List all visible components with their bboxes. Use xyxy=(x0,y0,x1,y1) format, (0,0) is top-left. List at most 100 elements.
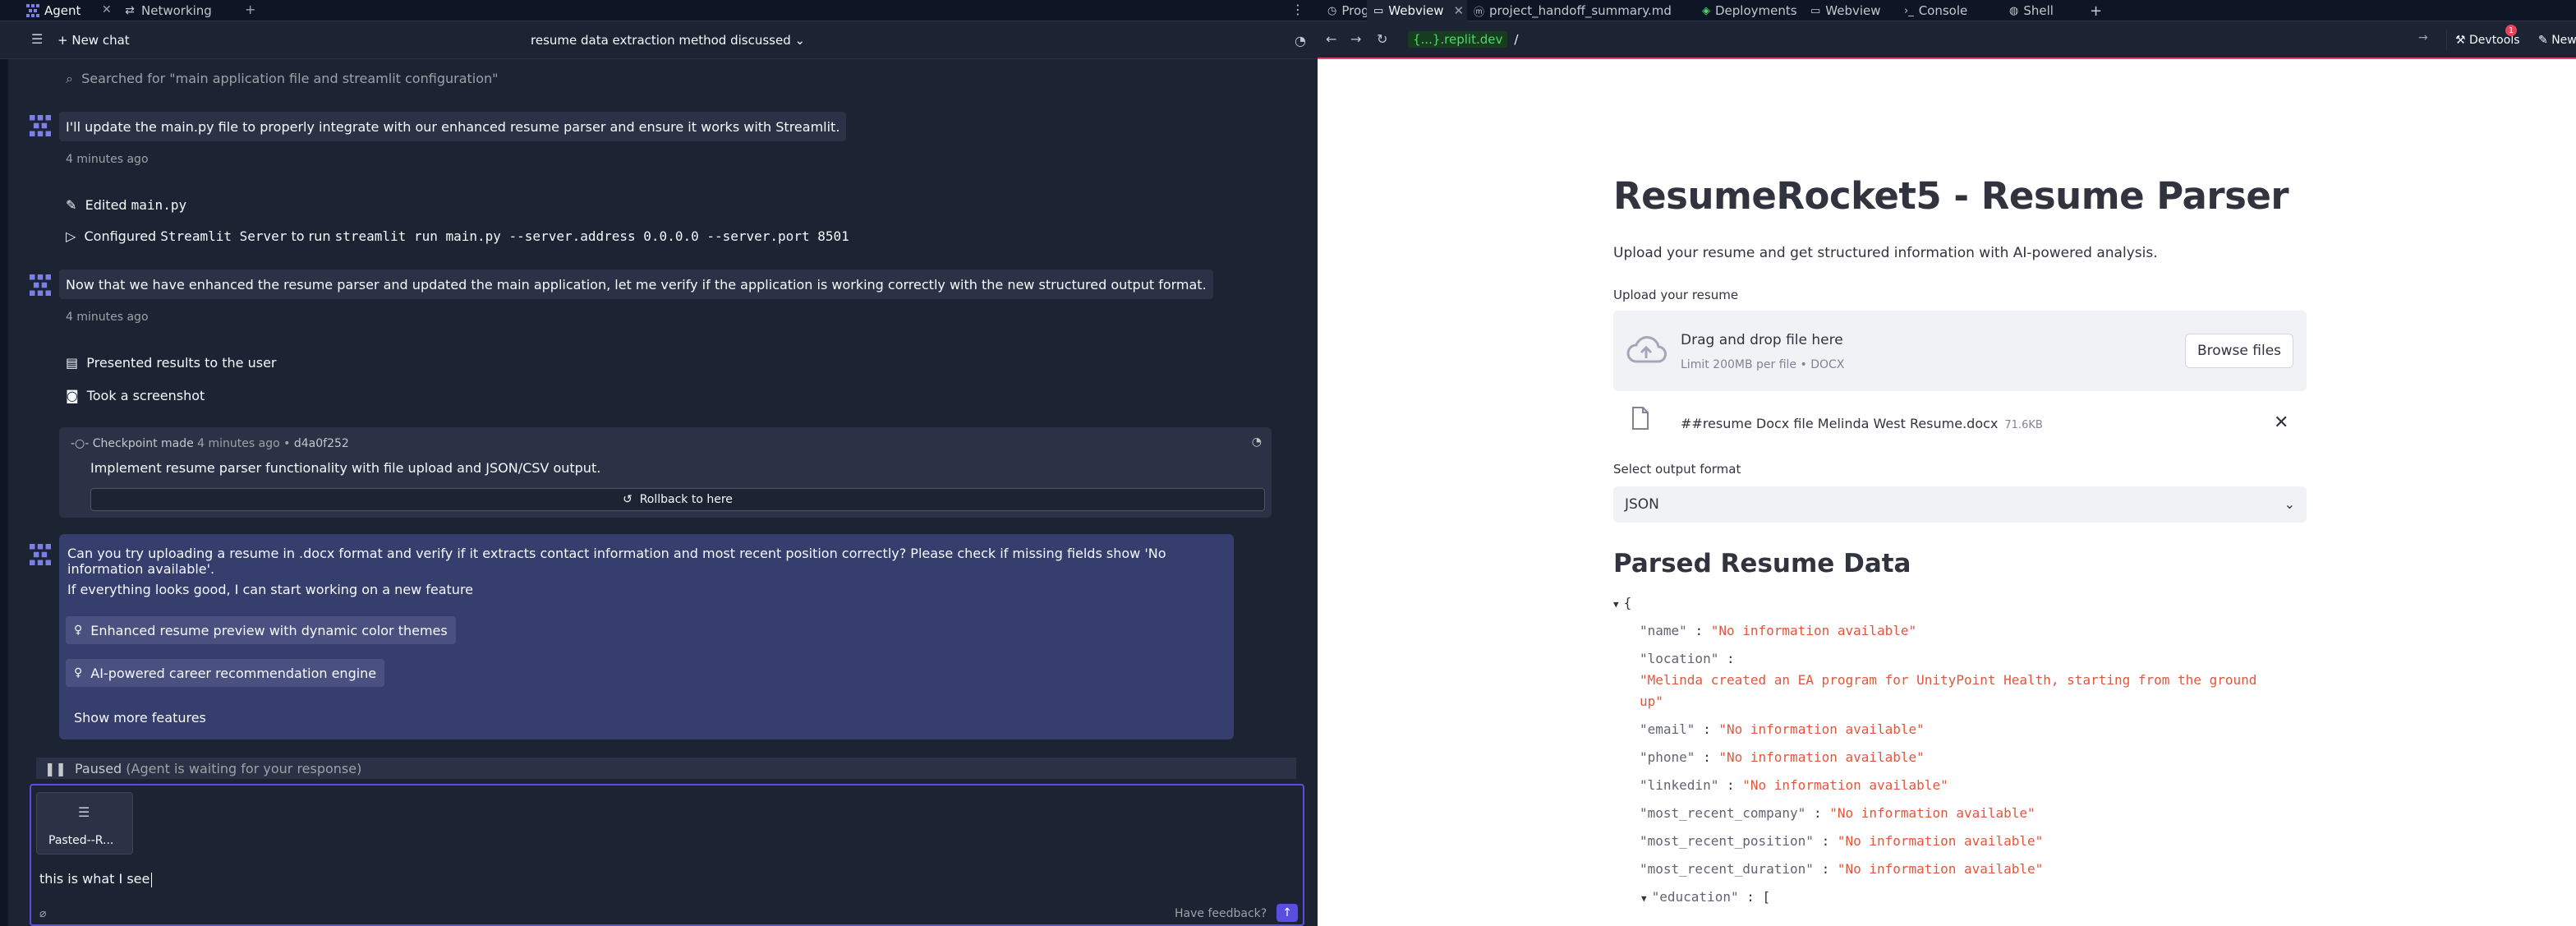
rollback-button[interactable]: ↺ Rollback to here xyxy=(90,488,1265,511)
checkpoint-icon: -○- xyxy=(71,437,90,450)
paused-status: ❚❚ Paused (Agent is waiting for your res… xyxy=(36,758,1296,779)
close-icon[interactable]: ✕ xyxy=(102,3,112,16)
json-colon: : xyxy=(1813,805,1822,821)
url-field[interactable]: {...}.replit.dev / xyxy=(1408,30,1518,49)
tab-webview[interactable]: ▭ Webview ✕ xyxy=(1367,0,1467,21)
agent-icon xyxy=(26,4,39,17)
json-open-brace: { xyxy=(1623,595,1632,610)
arrow-up-icon: ↑ xyxy=(1282,906,1292,919)
history-icon[interactable]: ◔ xyxy=(1295,33,1306,48)
chat-input-box[interactable]: ☰ Pasted--R... this is what I see ⌀ Have… xyxy=(30,784,1304,926)
new-chat-button[interactable]: + New chat xyxy=(58,33,130,48)
uploaded-file-name: ##resume Docx file Melinda West Resume.d… xyxy=(1681,416,1999,431)
deploy-icon: ◈ xyxy=(1702,4,1710,17)
question-text: Can you try uploading a resume in .docx … xyxy=(67,546,1166,577)
tab-shell[interactable]: ◍ Shell xyxy=(2006,0,2057,21)
agent-avatar-icon xyxy=(30,115,51,136)
play-icon: ▷ xyxy=(66,228,76,244)
tab-markdown-file[interactable]: ⓜ project_handoff_summary.md xyxy=(1470,0,1675,21)
remove-file-icon[interactable]: ✕ xyxy=(2274,412,2288,433)
configured-name: Streamlit Server xyxy=(160,228,288,244)
send-button[interactable]: ↑ xyxy=(1276,904,1298,922)
chat-title-dropdown[interactable]: resume data extraction method discussed … xyxy=(531,33,805,48)
output-format-select[interactable]: JSON ⌄ xyxy=(1613,486,2307,523)
screenshot-action[interactable]: ◙ Took a screenshot xyxy=(66,388,205,403)
json-key: "phone" xyxy=(1640,749,1695,765)
show-more-features-button[interactable]: Show more features xyxy=(74,710,206,726)
json-value: "No information available" xyxy=(1742,777,1948,793)
json-field-most-recent-duration: "most_recent_duration" : "No information… xyxy=(1640,861,2043,877)
more-options-icon[interactable]: ⋮ xyxy=(1291,2,1304,17)
search-icon: ⌕ xyxy=(66,71,73,86)
cloud-upload-icon xyxy=(1626,336,1667,363)
tab-agent[interactable]: Agent xyxy=(26,0,80,21)
edited-file-name: main.py xyxy=(131,197,187,213)
checkpoint-time: 4 minutes ago xyxy=(197,437,280,450)
pen-icon: ✎ xyxy=(2538,34,2548,47)
wrench-icon: ⚒ xyxy=(2455,34,2466,47)
open-external-icon[interactable]: → xyxy=(2418,31,2428,44)
paperclip-icon[interactable]: ⌀ xyxy=(39,907,46,920)
back-arrow-icon[interactable]: ← xyxy=(1326,31,1336,47)
tab-console[interactable]: ›_ Console xyxy=(1901,0,1971,21)
json-field-linkedin: "linkedin" : "No information available" xyxy=(1640,777,1948,793)
json-value: up" xyxy=(1640,693,1663,709)
json-key: "name" xyxy=(1640,623,1687,638)
json-root-toggle[interactable]: ▼{ xyxy=(1613,595,1631,610)
new-tab-label: New xyxy=(2551,34,2576,47)
json-value: "No information available" xyxy=(1710,623,1917,638)
file-dropzone[interactable]: Drag and drop file here Limit 200MB per … xyxy=(1613,311,2307,391)
edited-file-action[interactable]: ✎ Edited main.py xyxy=(66,197,186,213)
feedback-link[interactable]: Have feedback? xyxy=(1175,907,1267,920)
terminal-icon: ›_ xyxy=(1904,4,1914,17)
suggestion-chip[interactable]: ♀ Enhanced resume preview with dynamic co… xyxy=(66,616,456,644)
checkpoint-hash[interactable]: d4a0f252 xyxy=(294,437,349,450)
close-icon[interactable]: ✕ xyxy=(1454,3,1465,18)
uploaded-file-row: ##resume Docx file Melinda West Resume.d… xyxy=(1613,398,2307,442)
chat-input[interactable]: this is what I see xyxy=(39,871,153,887)
json-value: "No information available" xyxy=(1718,749,1925,765)
chat-input-value: this is what I see xyxy=(39,871,150,887)
pasted-attachment[interactable]: ☰ Pasted--R... xyxy=(36,792,133,855)
monitor-icon: ▭ xyxy=(1373,4,1384,17)
tab-networking[interactable]: ⇄ Networking xyxy=(123,0,212,21)
browse-files-button[interactable]: Browse files xyxy=(2185,334,2293,368)
suggestion-chip[interactable]: ♀ AI-powered career recommendation engine xyxy=(66,659,385,687)
json-value: "No information available" xyxy=(1837,861,2044,877)
configured-action[interactable]: ▷ Configured Streamlit Server to run str… xyxy=(66,228,849,244)
tab-deployments[interactable]: ◈ Deployments xyxy=(1699,0,1801,21)
presented-results-label: Presented results to the user xyxy=(86,355,277,371)
reload-icon[interactable]: ↻ xyxy=(1377,31,1387,47)
search-note-text: Searched for "main application file and … xyxy=(81,71,499,86)
message-timestamp: 4 minutes ago xyxy=(66,311,149,324)
history-icon[interactable]: ◔ xyxy=(1252,435,1262,449)
checkpoint-description: Implement resume parser functionality wi… xyxy=(90,460,601,476)
url-host: {...}.replit.dev xyxy=(1408,31,1508,48)
add-tab-icon[interactable]: + xyxy=(245,2,255,17)
paused-label: Paused xyxy=(74,760,122,776)
chat-list-icon[interactable]: ☰ xyxy=(31,31,43,47)
agent-question-card: Can you try uploading a resume in .docx … xyxy=(59,534,1234,739)
left-tab-bar: Agent ✕ ⇄ Networking + ⋮ xyxy=(0,0,1318,21)
edit-icon: ✎ xyxy=(66,197,77,213)
json-colon: : xyxy=(1703,749,1711,765)
json-key: "location" xyxy=(1640,651,1719,666)
json-value: "No information available" xyxy=(1829,805,2036,821)
json-field-education[interactable]: ▼ "education" : [ xyxy=(1641,889,1770,905)
json-field-most-recent-company: "most_recent_company" : "No information … xyxy=(1640,805,2036,821)
streamlit-app: ResumeRocket5 - Resume Parser Upload you… xyxy=(1318,59,2576,926)
monitor-icon: ▭ xyxy=(1810,4,1821,17)
message-timestamp: 4 minutes ago xyxy=(66,153,149,166)
json-value: "No information available" xyxy=(1718,721,1925,737)
markdown-icon: ⓜ xyxy=(1474,6,1485,19)
tab-webview-2[interactable]: ▭ Webview xyxy=(1807,0,1884,21)
presented-results-action[interactable]: ▤ Presented results to the user xyxy=(66,355,277,371)
camera-icon: ◙ xyxy=(66,388,79,403)
forward-arrow-icon[interactable]: → xyxy=(1350,31,1361,47)
output-format-value: JSON xyxy=(1625,496,1659,513)
dropzone-limit: Limit 200MB per file • DOCX xyxy=(1681,358,1845,371)
new-tab-button[interactable]: ✎ New xyxy=(2538,30,2576,51)
add-tab-icon[interactable]: + xyxy=(2086,0,2105,21)
tab-networking-label: Networking xyxy=(141,3,212,18)
tab-label: Webview xyxy=(1825,3,1881,18)
